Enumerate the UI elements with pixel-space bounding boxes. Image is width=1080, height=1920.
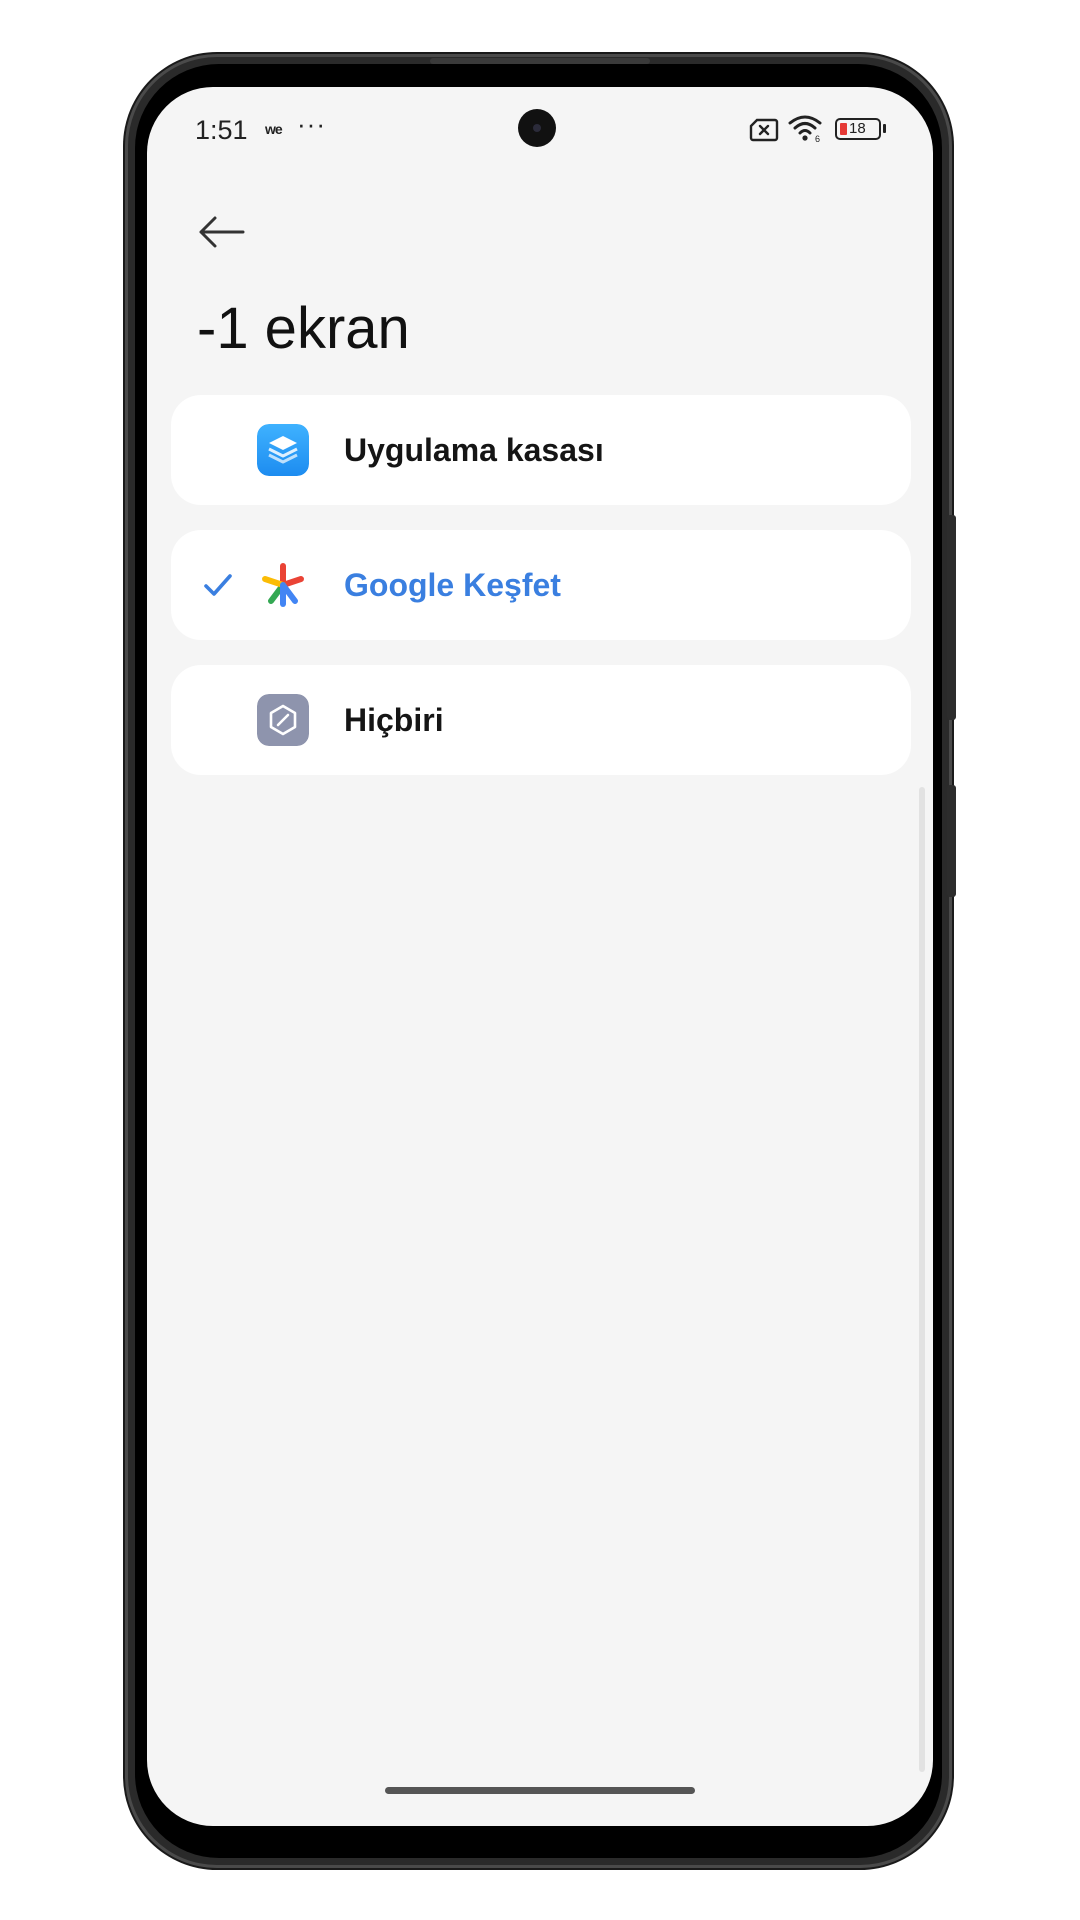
option-google-discover[interactable]: Google Keşfet	[171, 530, 911, 640]
option-none[interactable]: Hiçbiri	[171, 665, 911, 775]
power-button	[947, 515, 956, 720]
wifi-icon: 6	[788, 115, 822, 143]
back-button[interactable]	[187, 197, 257, 267]
screen: 1:51 we ··· 6 18 -1 ekran Uygulama kasas…	[147, 87, 933, 1826]
option-label: Uygulama kasası	[344, 432, 604, 468]
battery-tip	[883, 124, 886, 133]
front-camera	[518, 109, 556, 147]
option-list: Uygulama kasası Google Keşfet Hiçbiri	[171, 395, 911, 800]
option-app-vault[interactable]: Uygulama kasası	[171, 395, 911, 505]
none-slash-icon	[257, 694, 309, 746]
option-label: Hiçbiri	[344, 702, 444, 738]
google-discover-icon	[257, 559, 309, 611]
volume-button	[947, 785, 956, 897]
earpiece-speaker	[430, 58, 650, 64]
carrier-label: we	[265, 121, 283, 137]
checkmark-icon	[204, 574, 232, 596]
battery-level-fill	[840, 123, 847, 135]
battery-level: 18	[849, 120, 866, 137]
home-indicator[interactable]	[385, 1787, 695, 1794]
option-label: Google Keşfet	[344, 567, 561, 603]
arrow-left-icon	[199, 216, 245, 248]
svg-text:6: 6	[815, 134, 820, 143]
scrollbar[interactable]	[919, 787, 925, 1772]
status-bar: 1:51 we ··· 6 18	[147, 87, 933, 177]
app-vault-layers-icon	[257, 424, 309, 476]
page-title: -1 ekran	[197, 296, 410, 361]
more-notifications-icon: ···	[297, 109, 326, 139]
status-time: 1:51	[195, 115, 248, 145]
battery-icon: 18	[835, 118, 881, 140]
no-sim-icon	[749, 118, 779, 142]
